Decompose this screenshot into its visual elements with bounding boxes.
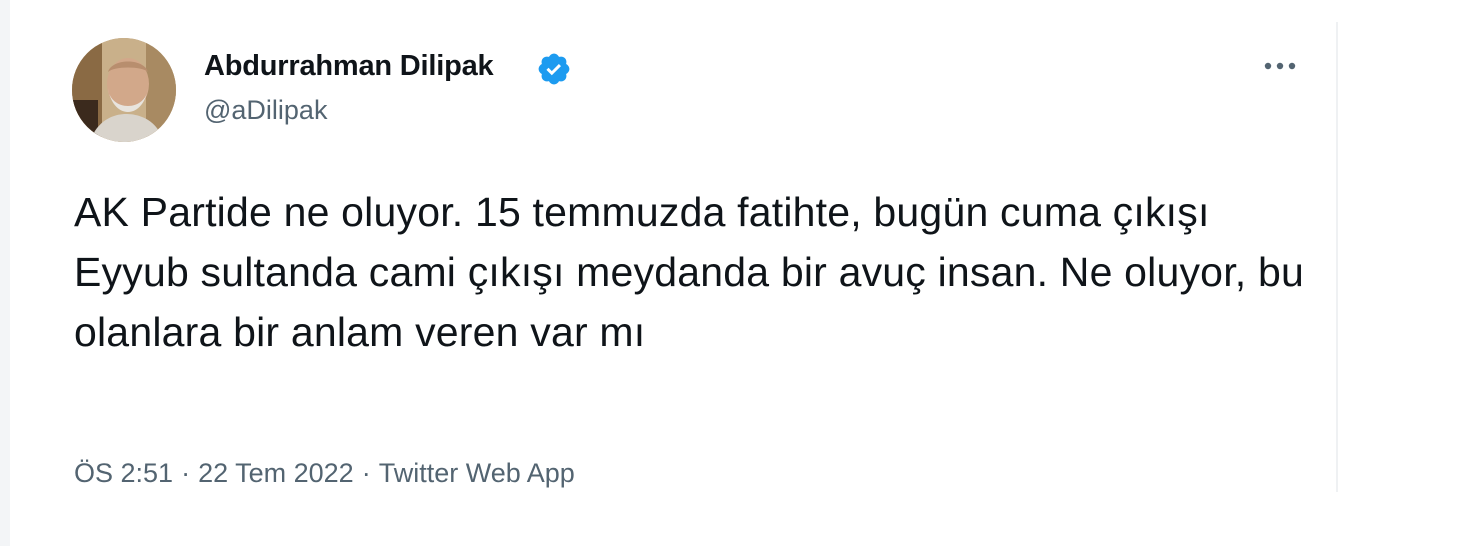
tweet-source[interactable]: Twitter Web App bbox=[379, 458, 575, 489]
tweet-text: AK Partide ne oluyor. 15 temmuzda fatiht… bbox=[74, 189, 1304, 355]
meta-separator: · bbox=[181, 458, 191, 488]
more-options-button[interactable] bbox=[1254, 48, 1306, 84]
left-margin bbox=[0, 0, 10, 546]
avatar-image bbox=[72, 38, 176, 142]
tweet-date[interactable]: 22 Tem 2022 bbox=[198, 458, 354, 489]
tweet-card: Abdurrahman Dilipak @aDilipak AK Partide… bbox=[10, 22, 1338, 492]
page: Abdurrahman Dilipak @aDilipak AK Partide… bbox=[0, 0, 1464, 546]
author-handle[interactable]: @aDilipak bbox=[204, 95, 327, 126]
avatar[interactable] bbox=[72, 38, 176, 142]
author-name[interactable]: Abdurrahman Dilipak bbox=[204, 50, 494, 83]
verified-badge-icon bbox=[538, 53, 570, 85]
tweet-time[interactable]: ÖS 2:51 bbox=[74, 458, 173, 489]
meta-separator: · bbox=[361, 458, 371, 488]
tweet-metadata: ÖS 2:51 · 22 Tem 2022 · Twitter Web App bbox=[74, 458, 575, 489]
more-horizontal-icon bbox=[1264, 62, 1296, 70]
